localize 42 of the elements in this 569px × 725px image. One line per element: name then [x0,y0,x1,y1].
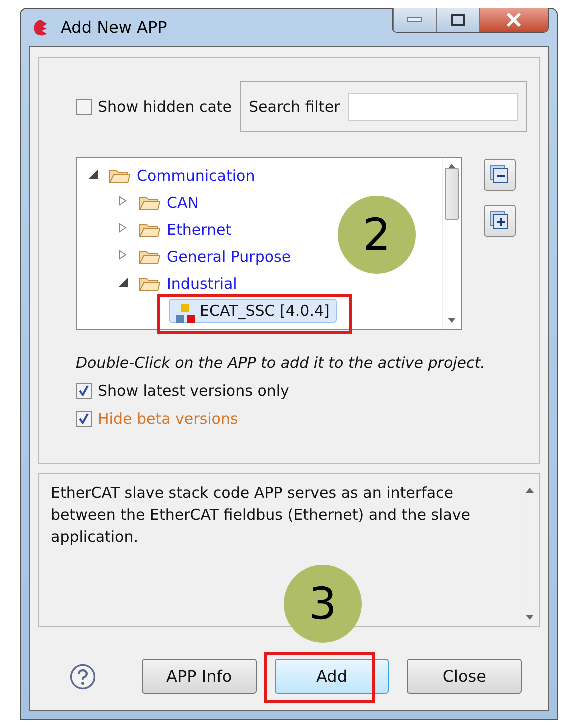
checkbox[interactable] [76,411,92,427]
folder-icon [139,276,161,292]
folder-icon [139,194,161,210]
collapse-icon [490,165,510,185]
dialog-button[interactable]: APP Info [142,659,257,694]
checkbox[interactable] [76,383,92,399]
search-label: Search filter [249,98,340,116]
minimize-button[interactable] [393,8,436,32]
maximize-icon [451,14,465,26]
scrollbar[interactable] [442,158,461,329]
folder-icon [109,168,131,184]
tree-item[interactable]: Communication [137,166,256,184]
description-text: EtherCAT slave stack code APP serves as an interface between the EtherCAT fieldbus (Ethernet) and the slave application. [51,483,472,548]
search-field[interactable] [348,92,518,120]
dialog-button[interactable]: Add [274,659,390,694]
tree-item[interactable]: Ethernet [167,220,232,238]
checkbox-label: Show hidden cate [98,98,232,116]
folder-icon [139,222,161,238]
tree-item[interactable]: General Purpose [167,248,292,266]
tree-item[interactable]: Industrial [167,274,238,292]
close-button[interactable] [479,8,548,32]
checkbox-label: Hide beta versions [98,410,238,428]
close-icon [506,13,522,27]
dialog-button[interactable]: Close [407,659,522,694]
app-icon [175,302,197,324]
expand-icon [490,211,510,231]
scroll-down-arrow-icon[interactable] [526,615,534,620]
hint-text: Double-Click on the APP to add it to the active project. [76,354,486,372]
folder-icon [139,248,161,264]
scrollbar-thumb[interactable] [445,168,459,220]
tree-item[interactable]: ECAT_SSC [4.0.4] [169,298,337,322]
scroll-up-arrow-icon[interactable] [526,488,534,493]
window-title: Add New APP [61,18,168,37]
tree-item[interactable]: CAN [167,194,199,212]
expand-all-button[interactable] [484,205,516,237]
minimize-icon [407,17,423,23]
checkbox[interactable] [76,98,92,114]
collapse-all-button[interactable] [484,159,516,191]
maximize-button[interactable] [436,8,479,32]
checkbox-label: Show latest versions only [98,382,290,400]
scroll-down-arrow-icon[interactable] [448,318,456,323]
help-icon[interactable] [70,662,96,692]
